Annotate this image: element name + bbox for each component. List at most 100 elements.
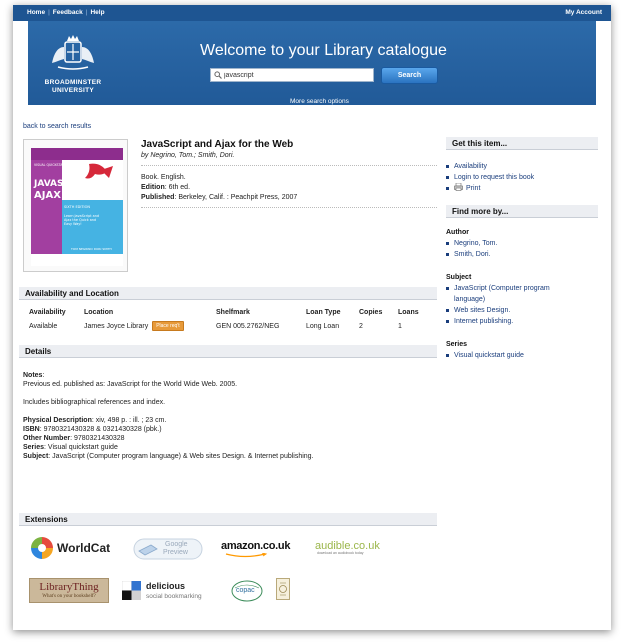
cover-blurb-text: Learn JavaScript and Ajax the Quick and … (64, 214, 100, 227)
google-label: Google (165, 541, 188, 548)
availability-heading: Availability and Location (19, 287, 437, 300)
audible-link[interactable]: audible.co.uk download an audiobook toda… (315, 540, 380, 555)
search-field[interactable] (210, 68, 374, 82)
edition-value: : 6th ed. (164, 184, 191, 191)
author-label: Author (446, 229, 469, 236)
librarything-tagline: What's on your bookshelf? (42, 594, 96, 599)
book-metadata: Book. English. Edition: 6th ed. Publishe… (141, 173, 297, 203)
subject-link[interactable]: Internet publishing. (446, 316, 598, 327)
bullet (446, 287, 449, 290)
subject-link[interactable]: Web sites Design. (446, 305, 598, 316)
subject-link-label-cont[interactable]: language) (454, 296, 485, 303)
notes-label-line: Notes: (23, 372, 45, 379)
search-button[interactable]: Search (381, 67, 438, 84)
amazon-label: amazon.co.uk (221, 540, 291, 552)
subject-list: JavaScript (Computer program language) We… (446, 283, 598, 327)
worldcat-label: WorldCat (57, 541, 111, 555)
bullet (446, 176, 449, 179)
physical-description: Physical Description: xiv, 498 p. : ill.… (23, 416, 443, 425)
loan-type-cell: Long Loan (306, 322, 340, 330)
university-name-line-1: BROADMINSTER (44, 79, 102, 86)
delicious-logo-icon (122, 581, 141, 600)
column-header: Copies (359, 309, 383, 316)
shelfmark-cell: GEN 005.2762/NEG (216, 322, 280, 330)
divider (141, 165, 437, 166)
place-request-button[interactable]: Place req't (152, 321, 184, 331)
published-label: Published (141, 194, 175, 201)
nav-separator: | (85, 9, 88, 16)
print-link[interactable]: Print (446, 182, 598, 194)
book-edition: Edition: 6th ed. (141, 183, 297, 193)
series-link-label[interactable]: Visual quickstart guide (454, 352, 524, 359)
availability-table: Availability Location Shelfmark Loan Typ… (29, 309, 428, 331)
login-request-link[interactable]: Login to request this book (446, 172, 598, 183)
physical-value: : xiv, 498 p. : ill. ; 23 cm. (91, 417, 167, 424)
subject-link-label[interactable]: Internet publishing. (454, 318, 513, 325)
author-link[interactable]: Negrino, Tom. (446, 238, 598, 249)
published-value: : Berkeley, Calif. : Peachpit Press, 200… (174, 194, 298, 201)
nav-help-link[interactable]: Help (90, 9, 104, 16)
google-preview-link[interactable]: Google Preview (133, 536, 205, 562)
subject-label: Subject (446, 274, 472, 281)
university-name-line-2: UNIVERSITY (51, 87, 94, 94)
series-label: Series (23, 444, 45, 451)
more-search-options-link[interactable]: More search options (290, 98, 349, 105)
search-input[interactable] (224, 70, 372, 81)
copies-cell: 2 (359, 322, 363, 330)
availability-link-label[interactable]: Availability (454, 163, 487, 170)
availability-cell: Available (29, 322, 58, 330)
author-link[interactable]: Smith, Dori. (446, 249, 598, 260)
extension-badge-link[interactable] (276, 578, 290, 600)
extensions-heading: Extensions (19, 513, 437, 526)
copac-link[interactable]: copac (231, 580, 263, 602)
subject-label: Subject (23, 453, 49, 460)
cover-authors-text: TOM NEGRINO DORI SMITH (70, 247, 112, 251)
welcome-heading: Welcome to your Library catalogue (200, 42, 447, 59)
column-header: Shelfmark (216, 309, 250, 316)
book-cover: VISUAL QUICKSTART GUIDE JAVASCRIPT & AJA… (23, 139, 128, 272)
isbn-label: ISBN (23, 426, 40, 433)
column-header: Availability (29, 309, 66, 316)
find-more-heading: Find more by... (446, 205, 598, 218)
print-link-label[interactable]: Print (466, 185, 480, 192)
cover-title-line-2: AJAX (34, 190, 61, 201)
search-icon (214, 71, 222, 79)
copac-label: copac (236, 587, 255, 594)
nav-separator: | (48, 9, 50, 16)
author-link-label[interactable]: Negrino, Tom. (454, 240, 497, 247)
bullet (446, 253, 449, 256)
series-value: : Visual quickstart guide (44, 444, 118, 451)
column-header: Location (84, 309, 114, 316)
find-more-panel: Author Negrino, Tom. Smith, Dori. Subjec… (446, 221, 598, 361)
subject-link-label[interactable]: JavaScript (Computer program (454, 285, 550, 292)
nav-feedback-link[interactable]: Feedback (53, 9, 83, 16)
bullet (446, 242, 449, 245)
subject-value: : JavaScript (Computer program language)… (48, 453, 314, 460)
author-link-label[interactable]: Smith, Dori. (454, 251, 491, 258)
amazon-link[interactable]: amazon.co.uk (221, 540, 291, 558)
get-item-heading: Get this item... (446, 137, 598, 150)
notes-text-1: Previous ed. published as: JavaScript fo… (23, 381, 238, 388)
back-to-results-link[interactable]: back to search results (23, 123, 91, 130)
cover-title-line-1: JAVASCRIPT & (33, 179, 104, 189)
subject-link[interactable]: JavaScript (Computer program language) (446, 283, 598, 305)
bullet (446, 309, 449, 312)
series-list: Visual quickstart guide (446, 350, 598, 361)
isbn: ISBN: 9780321430328 & 0321430328 (pbk.) (23, 425, 443, 434)
librarything-link[interactable]: LibraryThing What's on your bookshelf? (29, 578, 109, 603)
header-banner: BROADMINSTER UNIVERSITY Welcome to your … (28, 21, 596, 105)
my-account-link[interactable]: My Account (565, 9, 602, 16)
bullet (446, 187, 449, 190)
book-authors: by Negrino, Tom.; Smith, Dori. (141, 152, 235, 159)
subject-link-label[interactable]: Web sites Design. (454, 307, 510, 314)
subject: Subject: JavaScript (Computer program la… (23, 452, 443, 461)
delicious-label: delicious (146, 581, 186, 591)
nav-home-link[interactable]: Home (27, 9, 45, 16)
availability-link[interactable]: Availability (446, 161, 598, 172)
series-link[interactable]: Visual quickstart guide (446, 350, 598, 361)
bullet (446, 165, 449, 168)
book-published: Published: Berkeley, Calif. : Peachpit P… (141, 193, 297, 203)
login-request-link-label[interactable]: Login to request this book (454, 174, 534, 181)
librarything-label: LibraryThing (39, 581, 99, 593)
other-number-value: : 9780321430328 (70, 435, 125, 442)
